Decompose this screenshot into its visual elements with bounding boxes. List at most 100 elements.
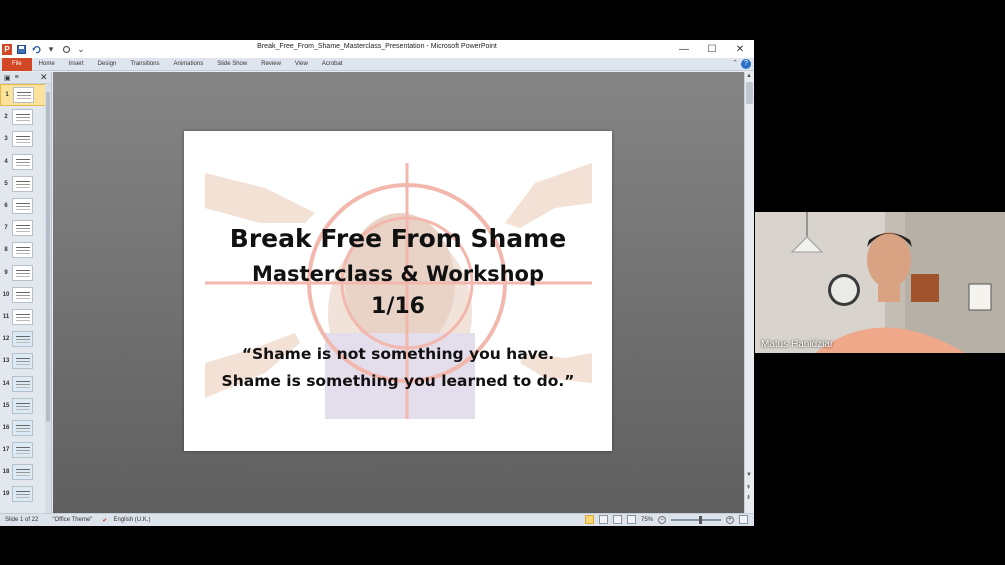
slide-thumbnail[interactable]: 4 [0, 151, 51, 173]
thumbnail-image [12, 153, 33, 170]
thumbnail-image [12, 264, 33, 281]
slide-thumbnail[interactable]: 16 [0, 417, 51, 439]
slide-thumbnail[interactable]: 15 [0, 395, 51, 417]
thumbnail-image [12, 397, 33, 414]
spelling-icon[interactable]: ✔ [102, 517, 107, 524]
tab-insert[interactable]: Insert [62, 58, 91, 71]
thumbnail-image [13, 87, 34, 104]
tab-home[interactable]: Home [32, 58, 62, 71]
thumbnail-image [12, 464, 33, 481]
slide-thumbnail[interactable]: 10 [0, 284, 51, 306]
scrollbar-thumb[interactable] [746, 82, 753, 104]
slide-title[interactable]: Break Free From Shame [184, 224, 612, 253]
slide-thumbnail[interactable]: 12 [0, 328, 51, 350]
minimize-ribbon-icon[interactable]: ⌃ [732, 59, 738, 67]
reading-view-button[interactable] [612, 515, 622, 524]
thumbnail-list: 1 2 3 4 5 6 7 8 9 10 11 12 13 14 15 16 17 18 19 [0, 84, 51, 506]
tab-transitions[interactable]: Transitions [123, 58, 166, 71]
save-icon[interactable] [15, 43, 27, 55]
thumbnail-number: 1 [5, 92, 9, 99]
outline-tab-icon[interactable]: ≡ [15, 74, 19, 81]
language-status[interactable]: English (U.K.) [113, 517, 150, 523]
powerpoint-logo-icon[interactable]: P [2, 43, 12, 55]
slide-thumbnail[interactable]: 13 [0, 350, 51, 372]
tab-review[interactable]: Review [254, 58, 288, 71]
thumbnail-number: 14 [2, 380, 10, 387]
thumbnail-image [12, 419, 33, 436]
fit-to-window-button[interactable] [739, 515, 748, 524]
slide-show-view-button[interactable] [626, 515, 636, 524]
dropdown-icon[interactable]: ▾ [45, 43, 57, 55]
slide-thumbnail[interactable]: 17 [0, 439, 51, 461]
help-icon[interactable]: ? [741, 59, 751, 69]
participant-video-tile[interactable]: Matus Hanidziar [755, 212, 1005, 353]
slide-thumbnail[interactable]: 8 [0, 239, 51, 261]
slide-thumbnail[interactable]: 2 [0, 106, 51, 128]
participant-video-frame [755, 212, 1005, 353]
thumbnail-number: 18 [2, 469, 10, 476]
thumbnail-number: 16 [2, 424, 10, 431]
participant-name: Matus Hanidziar [761, 339, 834, 350]
tab-design[interactable]: Design [91, 58, 124, 71]
zoom-out-icon[interactable]: − [658, 515, 666, 524]
tab-slide-show[interactable]: Slide Show [210, 58, 254, 71]
close-icon[interactable]: ✕ [726, 40, 754, 58]
normal-view-button[interactable] [584, 515, 594, 524]
status-bar: Slide 1 of 22 "Office Theme" ✔ English (… [0, 513, 754, 526]
slide-thumbnail[interactable]: 11 [0, 306, 51, 328]
tab-animations[interactable]: Animations [167, 58, 211, 71]
slide-thumbnail[interactable]: 18 [0, 461, 51, 483]
theme-status[interactable]: "Office Theme" [52, 517, 92, 523]
thumbnail-image [12, 286, 33, 303]
thumbnails-scrollbar[interactable] [45, 84, 51, 513]
redo-icon[interactable] [60, 43, 72, 55]
thumbnail-image [12, 220, 33, 237]
title-bar: P ▾ ⌄ Break_Free_From_Shame_Masterclass_… [0, 40, 754, 58]
zoom-level[interactable]: 75% [641, 517, 653, 523]
slides-tab-icon[interactable]: ▣ [4, 74, 11, 82]
thumbnail-image [12, 131, 33, 148]
thumbnail-number: 11 [2, 313, 10, 320]
zoom-in-icon[interactable]: + [726, 515, 734, 524]
slide-thumbnail[interactable]: 14 [0, 372, 51, 394]
next-slide-icon[interactable]: ⇟ [746, 494, 751, 501]
thumbnail-number: 17 [2, 447, 10, 454]
quote-line-1[interactable]: “Shame is not something you have. [184, 345, 612, 363]
slide-thumbnail[interactable]: 7 [0, 217, 51, 239]
scroll-down-icon[interactable]: ▼ [746, 472, 752, 478]
minimize-icon[interactable]: — [670, 40, 698, 58]
thumbnail-number: 13 [2, 358, 10, 365]
thumbnail-number: 2 [4, 114, 8, 121]
thumbnail-number: 12 [2, 336, 10, 343]
maximize-icon[interactable]: ☐ [698, 40, 726, 58]
slide-sorter-view-button[interactable] [598, 515, 608, 524]
customize-toolbar-icon[interactable]: ⌄ [75, 43, 87, 55]
thumbnail-number: 15 [2, 402, 10, 409]
slide-thumbnail[interactable]: 1 [0, 84, 51, 107]
close-pane-icon[interactable]: ✕ [40, 72, 48, 83]
quick-access-toolbar: P ▾ ⌄ [0, 40, 87, 58]
slide-thumbnail[interactable]: 5 [0, 173, 51, 195]
tab-acrobat[interactable]: Acrobat [315, 58, 350, 71]
tab-view[interactable]: View [288, 58, 315, 71]
slide-vertical-scrollbar[interactable]: ▲ ▼ ⇞ ⇟ [744, 72, 754, 513]
quote-line-2[interactable]: Shame is something you learned to do.” [184, 372, 612, 390]
tab-file[interactable]: File [2, 57, 32, 71]
slide-thumbnail[interactable]: 6 [0, 195, 51, 217]
slide-subtitle[interactable]: Masterclass & Workshop [184, 262, 612, 286]
slide-canvas: Break Free From Shame Masterclass & Work… [53, 72, 744, 513]
zoom-slider[interactable] [671, 515, 721, 524]
thumbnail-number: 9 [4, 269, 8, 276]
slide-thumbnail[interactable]: 3 [0, 128, 51, 150]
thumbnail-image [12, 375, 33, 392]
current-slide[interactable]: Break Free From Shame Masterclass & Work… [184, 131, 612, 451]
thumbnail-image [12, 175, 33, 192]
slide-count-text[interactable]: 1/16 [184, 294, 612, 319]
slide-thumbnail[interactable]: 19 [0, 483, 51, 505]
zoom-slider-thumb[interactable] [698, 515, 702, 524]
slide-thumbnail[interactable]: 9 [0, 262, 51, 284]
scrollbar-thumb[interactable] [46, 92, 50, 422]
scroll-up-icon[interactable]: ▲ [746, 73, 752, 79]
previous-slide-icon[interactable]: ⇞ [746, 484, 751, 491]
undo-icon[interactable] [30, 43, 42, 55]
